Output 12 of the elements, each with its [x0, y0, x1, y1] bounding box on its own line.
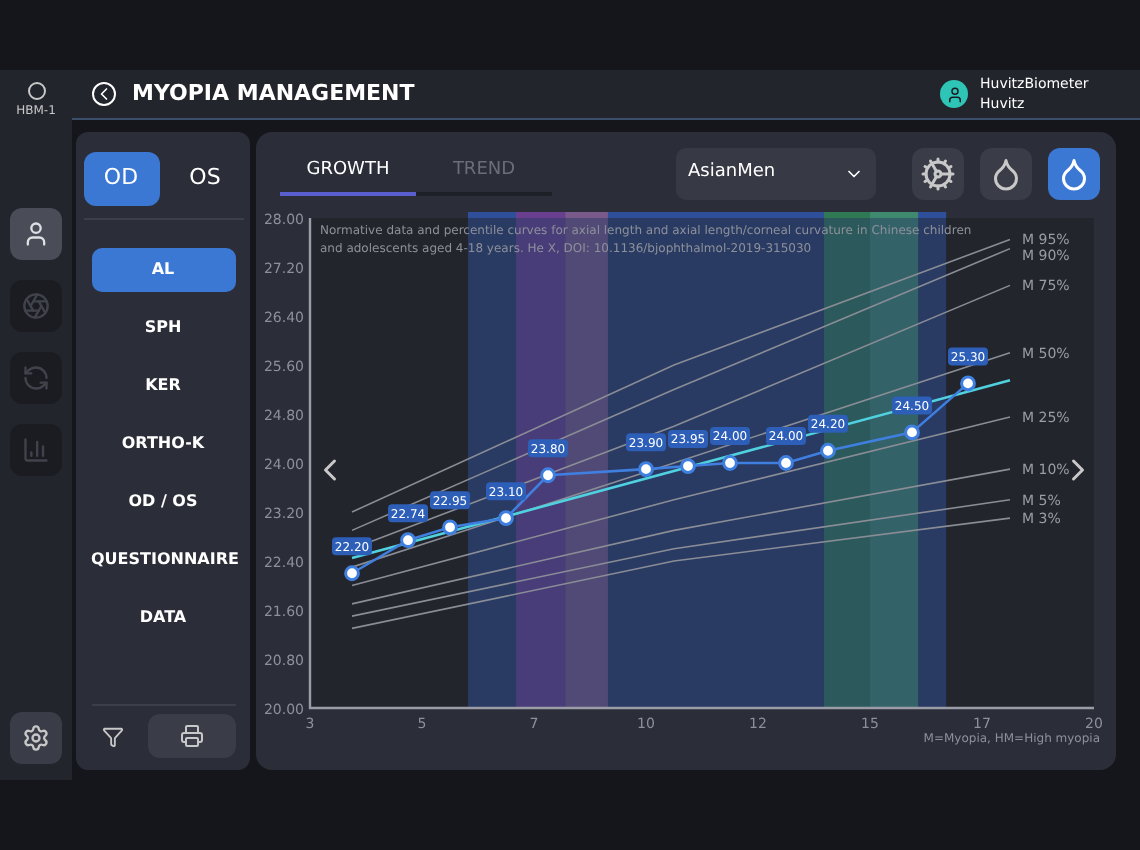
page-title: MYOPIA MANAGEMENT	[132, 77, 415, 110]
eye-tab[interactable]: OS	[167, 152, 243, 206]
menu-item[interactable]: QUESTIONNAIRE	[91, 538, 235, 582]
menu-item[interactable]: SPH	[91, 306, 235, 350]
menu-item[interactable]: KER	[91, 364, 235, 408]
menu-item[interactable]: AL	[91, 248, 235, 292]
view-tab[interactable]: GROWTH	[280, 152, 416, 196]
eye-tab[interactable]: OD	[83, 152, 159, 206]
menu-item[interactable]: OD / OS	[91, 480, 235, 524]
menu-item[interactable]: ORTHO-K	[91, 422, 235, 466]
population-select[interactable]: AsianMen	[676, 148, 876, 200]
menu-item[interactable]: DATA	[91, 596, 235, 640]
